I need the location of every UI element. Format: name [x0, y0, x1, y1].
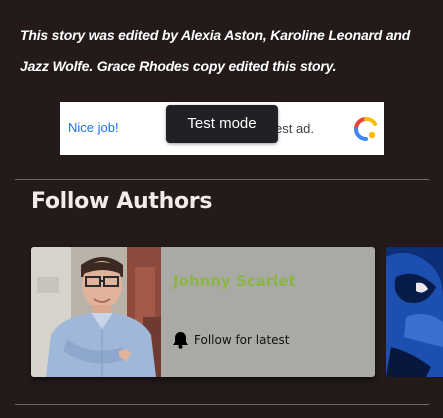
google-ads-icon[interactable]	[353, 116, 379, 142]
editor-note: This story was edited by Alexia Aston, K…	[20, 27, 411, 74]
author-name[interactable]: Johnny Scarlet	[173, 272, 296, 290]
author-photo	[31, 247, 161, 377]
section-divider-bottom	[15, 404, 429, 405]
next-author-card[interactable]	[386, 247, 443, 377]
ad-body-text: est ad.	[275, 121, 315, 136]
bell-icon	[173, 332, 188, 349]
follow-button[interactable]: Follow for latest	[172, 330, 290, 350]
test-mode-badge: Test mode	[166, 105, 278, 143]
author-card[interactable]: Johnny Scarlet Follow for latest	[31, 247, 375, 377]
follow-label: Follow for latest	[194, 333, 290, 347]
ad-headline[interactable]: Nice job!	[68, 120, 119, 135]
article-page: This story was edited by Alexia Aston, K…	[0, 0, 443, 418]
follow-authors-heading: Follow Authors	[31, 189, 213, 214]
section-divider	[15, 179, 429, 180]
